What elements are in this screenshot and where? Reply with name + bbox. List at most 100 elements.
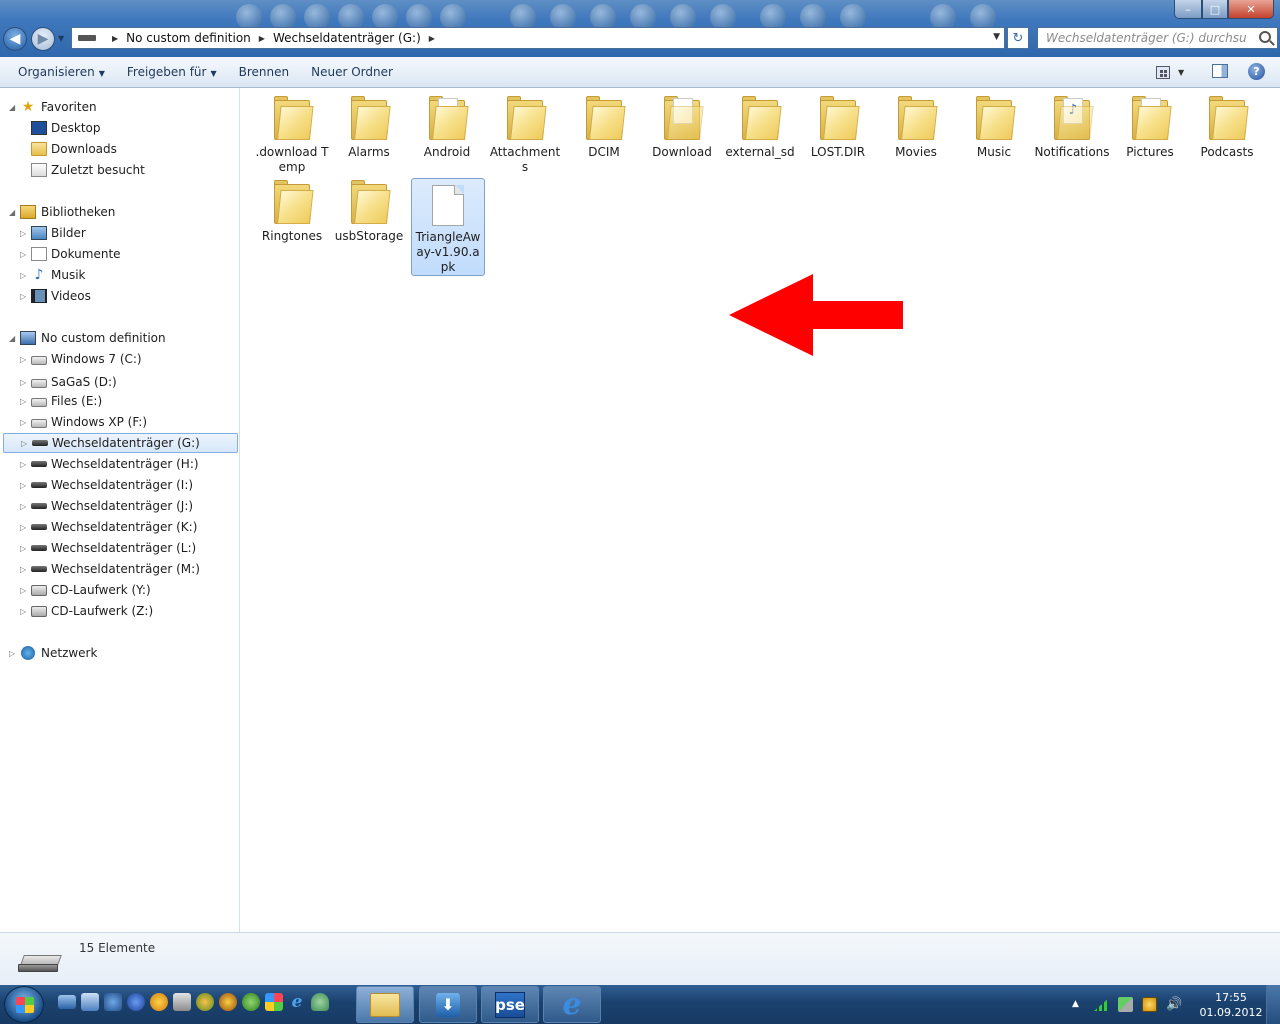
collapsed-triangle-icon[interactable]: ▷: [20, 523, 30, 532]
address-history-dropdown[interactable]: ▼: [993, 32, 1000, 42]
signal-strength-icon[interactable]: [1094, 997, 1110, 1011]
collapsed-triangle-icon[interactable]: ▷: [20, 292, 30, 301]
collapsed-triangle-icon[interactable]: ▷: [20, 397, 30, 406]
game-quicklaunch-icon[interactable]: [196, 993, 214, 1011]
nav-drive-f[interactable]: ▷ Windows XP (F:): [0, 412, 239, 432]
media-quicklaunch-icon[interactable]: [150, 993, 168, 1011]
collapsed-triangle-icon[interactable]: ▷: [20, 481, 30, 490]
collapsed-triangle-icon[interactable]: ▷: [20, 586, 30, 595]
internet-explorer-quicklaunch-icon[interactable]: e: [288, 993, 306, 1011]
recent-pages-button[interactable]: ▼: [58, 34, 68, 44]
collapsed-triangle-icon[interactable]: ▷: [20, 565, 30, 574]
collapsed-triangle-icon[interactable]: ▷: [20, 378, 30, 387]
nav-recent[interactable]: Zuletzt besucht: [0, 160, 239, 180]
search-icon[interactable]: [1259, 31, 1271, 43]
folder-item[interactable]: DCIM: [566, 88, 642, 160]
breadcrumb-separator-icon[interactable]: ▶: [259, 34, 265, 43]
preview-pane-button[interactable]: [1212, 64, 1228, 78]
folder-item[interactable]: LOST.DIR: [800, 88, 876, 160]
change-view-button[interactable]: ▼: [1156, 64, 1196, 80]
taskbar-explorer-button[interactable]: [356, 986, 414, 1023]
network-quicklaunch-icon[interactable]: [104, 993, 122, 1011]
nav-downloads[interactable]: Downloads: [0, 139, 239, 159]
nav-drive-g[interactable]: ▷ Wechseldatenträger (G:): [3, 433, 238, 453]
folder-item[interactable]: .download Temp: [254, 88, 330, 175]
refresh-button[interactable]: ↻: [1007, 27, 1029, 49]
new-folder-button[interactable]: Neuer Ordner: [303, 61, 401, 83]
folder-item[interactable]: Music: [956, 88, 1032, 160]
collapsed-triangle-icon[interactable]: ▷: [20, 271, 30, 280]
collapsed-triangle-icon[interactable]: ▷: [20, 607, 30, 616]
nav-drive-d[interactable]: ▷ SaGaS (D:): [0, 372, 239, 392]
folder-item[interactable]: Attachments: [487, 88, 563, 175]
help-button[interactable]: ?: [1248, 63, 1265, 80]
messenger-quicklaunch-icon[interactable]: [127, 993, 145, 1011]
collapsed-triangle-icon[interactable]: ▷: [20, 418, 30, 427]
share-button[interactable]: Freigeben für ▼: [119, 61, 225, 83]
nav-documents[interactable]: ▷ Dokumente: [0, 244, 239, 264]
folder-item[interactable]: Podcasts: [1189, 88, 1265, 160]
breadcrumb-computer[interactable]: No custom definition: [126, 31, 251, 45]
close-button[interactable]: ✕: [1228, 0, 1274, 19]
folder-item[interactable]: Pictures: [1112, 88, 1188, 160]
taskbar-download-button[interactable]: ⬇: [419, 986, 477, 1023]
maximize-button[interactable]: □: [1202, 0, 1228, 19]
network-status-icon[interactable]: [1118, 997, 1133, 1012]
collapsed-triangle-icon[interactable]: ▷: [20, 460, 30, 469]
search-input[interactable]: [1046, 31, 1246, 45]
folder-item[interactable]: Movies: [878, 88, 954, 160]
nav-libraries[interactable]: ◢ Bibliotheken: [0, 202, 239, 222]
folder-item[interactable]: external_sd: [722, 88, 798, 160]
nav-drive-j[interactable]: ▷ Wechseldatenträger (J:): [0, 496, 239, 516]
taskbar-photoshop-elements-button[interactable]: pse: [481, 986, 539, 1023]
taskbar-internet-explorer-button[interactable]: e: [543, 986, 601, 1023]
burn-button[interactable]: Brennen: [231, 61, 297, 83]
expanded-triangle-icon[interactable]: ◢: [9, 103, 19, 112]
folder-item[interactable]: ♪ Notifications: [1034, 88, 1110, 160]
folder-item[interactable]: Ringtones: [254, 172, 330, 244]
nav-drive-l[interactable]: ▷ Wechseldatenträger (L:): [0, 538, 239, 558]
folder-item[interactable]: Download: [644, 88, 720, 160]
collapsed-triangle-icon[interactable]: ▷: [20, 355, 30, 364]
nav-videos[interactable]: ▷ Videos: [0, 286, 239, 306]
clock[interactable]: 17:55 01.09.2012: [1196, 990, 1266, 1020]
organize-button[interactable]: Organisieren ▼: [10, 61, 113, 83]
app-quicklaunch-icon[interactable]: [311, 993, 329, 1011]
folder-item[interactable]: usbStorage: [331, 172, 407, 244]
breadcrumb-drive-g[interactable]: Wechseldatenträger (G:): [273, 31, 421, 45]
collapsed-triangle-icon[interactable]: ▷: [9, 649, 19, 658]
nav-drive-i[interactable]: ▷ Wechseldatenträger (I:): [0, 475, 239, 495]
security-icon[interactable]: [1142, 997, 1157, 1012]
nav-pictures[interactable]: ▷ Bilder: [0, 223, 239, 243]
forward-button[interactable]: ▶: [31, 27, 55, 51]
search-box[interactable]: [1037, 27, 1278, 49]
nav-network[interactable]: ▷ Netzwerk: [0, 643, 239, 663]
collapsed-triangle-icon[interactable]: ▷: [20, 229, 30, 238]
navigation-pane[interactable]: ◢ ★ Favoriten Desktop Downloads Zuletzt …: [0, 88, 240, 932]
collapsed-triangle-icon[interactable]: ▷: [20, 544, 30, 553]
expanded-triangle-icon[interactable]: ◢: [9, 208, 19, 217]
nav-music[interactable]: ▷ ♪ Musik: [0, 265, 239, 285]
nav-desktop[interactable]: Desktop: [0, 118, 239, 138]
nav-drive-h[interactable]: ▷ Wechseldatenträger (H:): [0, 454, 239, 474]
nav-drive-y[interactable]: ▷ CD-Laufwerk (Y:): [0, 580, 239, 600]
show-desktop-button[interactable]: [1266, 985, 1280, 1024]
start-button[interactable]: [4, 986, 44, 1023]
collapsed-triangle-icon[interactable]: ▷: [21, 439, 31, 448]
nav-drive-m[interactable]: ▷ Wechseldatenträger (M:): [0, 559, 239, 579]
folder-item[interactable]: Alarms: [331, 88, 407, 160]
nav-drive-e[interactable]: ▷ Files (E:): [0, 391, 239, 411]
show-hidden-icons-button[interactable]: ▲: [1072, 999, 1079, 1009]
address-bar[interactable]: ▶ No custom definition ▶ Wechseldatenträ…: [71, 27, 1005, 49]
show-desktop-quicklaunch-icon[interactable]: [58, 995, 76, 1009]
nav-drive-z[interactable]: ▷ CD-Laufwerk (Z:): [0, 601, 239, 621]
nav-drive-k[interactable]: ▷ Wechseldatenträger (K:): [0, 517, 239, 537]
windows-update-quicklaunch-icon[interactable]: [265, 993, 283, 1011]
back-button[interactable]: ◀: [3, 27, 27, 51]
apk-file-item[interactable]: TriangleAway-v1.90.apk: [411, 178, 485, 276]
computer-quicklaunch-icon[interactable]: [81, 993, 99, 1011]
app-quicklaunch-icon[interactable]: [219, 993, 237, 1011]
collapsed-triangle-icon[interactable]: ▷: [20, 502, 30, 511]
folder-item[interactable]: Android: [409, 88, 485, 160]
expanded-triangle-icon[interactable]: ◢: [9, 334, 19, 343]
